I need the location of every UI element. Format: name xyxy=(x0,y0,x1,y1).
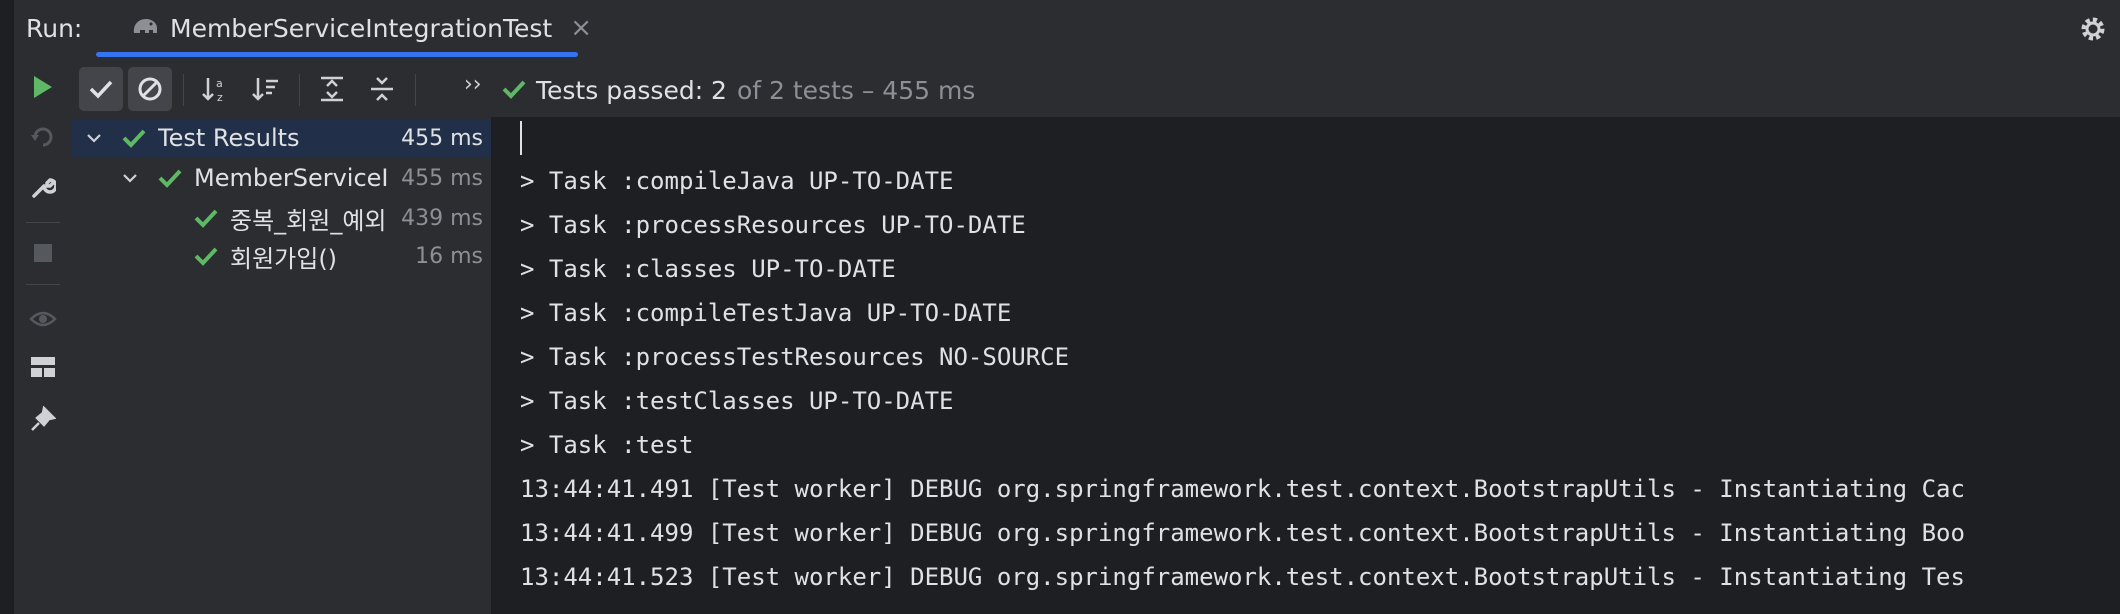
check-icon xyxy=(122,129,146,148)
toolbar-separator xyxy=(26,222,60,223)
toolbar-separator xyxy=(415,74,416,106)
toolbar-separator xyxy=(183,74,184,106)
console-line: 13:44:41.523 [Test worker] DEBUG org.spr… xyxy=(520,563,1965,591)
pin-icon[interactable] xyxy=(28,404,58,434)
tree-item-label: Test Results xyxy=(158,124,300,152)
tree-row-join[interactable]: 회원가입() 16 ms xyxy=(72,237,491,275)
test-status: Tests passed: 2 of 2 tests – 455 ms xyxy=(502,70,975,110)
tree-item-label: 중복_회원_예외 xyxy=(230,206,387,235)
status-passed-text: Tests passed: 2 xyxy=(536,75,727,105)
show-passed-button[interactable] xyxy=(79,67,123,111)
layout-icon[interactable] xyxy=(28,352,58,382)
console-line: > Task :processTestResources NO-SOURCE xyxy=(520,343,1070,371)
gear-icon[interactable] xyxy=(2078,14,2108,44)
console-line: > Task :classes UP-TO-DATE xyxy=(520,255,896,283)
console-line: > Task :compileJava UP-TO-DATE xyxy=(520,167,954,195)
console-line: > Task :processResources UP-TO-DATE xyxy=(520,211,1026,239)
tree-row-duplicate-member[interactable]: 중복_회원_예외 439 ms xyxy=(72,199,491,237)
check-icon xyxy=(194,209,218,228)
text-caret xyxy=(520,121,522,155)
sort-by-duration-icon[interactable] xyxy=(244,67,288,111)
active-tab-indicator xyxy=(96,52,578,57)
tree-item-duration: 16 ms xyxy=(415,243,483,269)
tree-row-test-results[interactable]: Test Results 455 ms xyxy=(72,119,491,157)
rerun-failed-icon[interactable] xyxy=(28,122,58,152)
console-line: 13:44:41.499 [Test worker] DEBUG org.spr… xyxy=(520,519,1965,547)
tab-member-service-integration-test[interactable]: MemberServiceIntegrationTest × xyxy=(96,0,616,56)
tree-item-label: 회원가입() xyxy=(230,244,338,273)
run-tool-window-header: Run: MemberServiceIntegrationTest × xyxy=(14,0,2120,62)
toolbar-separator xyxy=(26,284,60,285)
play-icon[interactable] xyxy=(28,72,58,102)
wrench-icon[interactable] xyxy=(28,172,58,202)
left-toolbar xyxy=(14,62,73,614)
tree-item-duration: 455 ms xyxy=(401,125,483,151)
collapse-all-icon[interactable] xyxy=(360,67,404,111)
status-ok-icon xyxy=(502,76,526,105)
status-summary-text: of 2 tests – 455 ms xyxy=(736,75,976,105)
check-icon xyxy=(158,169,182,188)
toolbar-separator xyxy=(299,74,300,106)
svg-text:z: z xyxy=(217,91,223,103)
tree-item-label: MemberServiceI xyxy=(194,164,389,192)
tab-close-icon[interactable]: × xyxy=(570,13,592,43)
tab-title: MemberServiceIntegrationTest xyxy=(170,13,553,43)
gradle-elephant-icon xyxy=(130,15,160,41)
test-tree: Test Results 455 ms MemberServiceI 455 m… xyxy=(72,117,491,614)
more-actions-chevron[interactable]: ›› xyxy=(464,72,482,97)
console-line: > Task :test xyxy=(520,431,694,459)
chevron-down-icon[interactable] xyxy=(86,130,102,146)
sort-alphabetically-icon[interactable]: az xyxy=(194,67,238,111)
console-line: 13:44:41.491 [Test worker] DEBUG org.spr… xyxy=(520,475,1965,503)
tree-row-member-service[interactable]: MemberServiceI 455 ms xyxy=(72,159,491,197)
chevron-down-icon[interactable] xyxy=(122,170,138,186)
console-output[interactable]: > Task :compileJava UP-TO-DATE > Task :p… xyxy=(494,117,2120,614)
expand-all-icon[interactable] xyxy=(310,67,354,111)
tree-item-duration: 439 ms xyxy=(401,205,483,231)
check-icon xyxy=(194,247,218,266)
eye-icon[interactable] xyxy=(28,304,58,334)
test-runner-toolbar: az ›› Tests passed: 2 of 2 tests – 455 m… xyxy=(72,62,2120,117)
stop-icon[interactable] xyxy=(28,238,58,268)
console-line: > Task :testClasses UP-TO-DATE xyxy=(520,387,954,415)
console-line: > Task :compileTestJava UP-TO-DATE xyxy=(520,299,1012,327)
run-label: Run: xyxy=(26,14,83,43)
show-ignored-button[interactable] xyxy=(128,67,172,111)
left-edge-stripe xyxy=(0,0,14,614)
tree-item-duration: 455 ms xyxy=(401,165,483,191)
svg-text:a: a xyxy=(216,77,223,90)
